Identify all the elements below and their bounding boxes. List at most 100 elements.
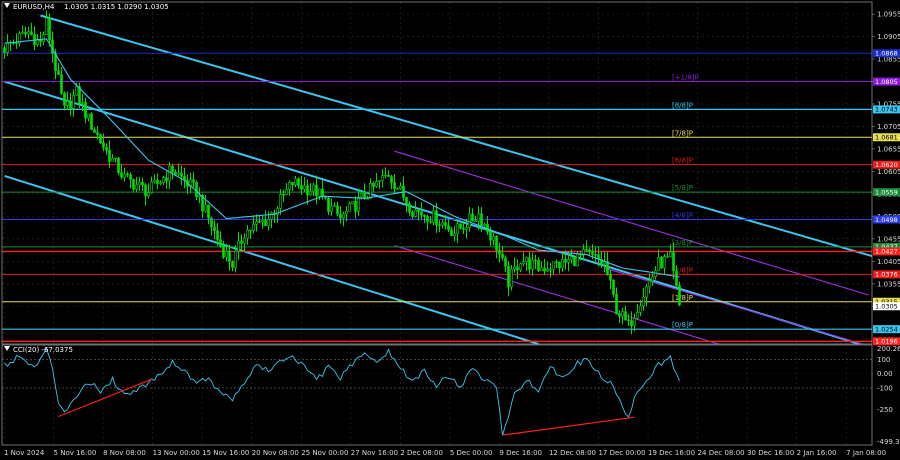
candle-body <box>654 270 657 278</box>
candle-body <box>63 92 66 106</box>
time-tick-label: 5 Nov 16:00 <box>54 449 97 457</box>
candle-body <box>393 182 396 189</box>
candle-body <box>513 266 516 270</box>
candle-body <box>360 192 363 198</box>
candle-body <box>432 210 435 223</box>
price-level-tag-text: 1.0196 <box>875 338 898 346</box>
price-tick-label: 1.0955 <box>877 11 900 19</box>
candle-body <box>678 285 681 306</box>
candle-body <box>612 279 615 295</box>
candle-body <box>651 276 654 282</box>
candle-body <box>630 320 633 327</box>
candle-body <box>129 174 132 180</box>
candle-body <box>573 256 576 267</box>
candle-body <box>135 184 138 190</box>
candle-body <box>123 173 126 178</box>
candle-body <box>309 191 312 196</box>
candle-body <box>549 269 552 271</box>
candle-body <box>339 213 342 219</box>
time-tick-label: 2 Dec 08:00 <box>400 449 443 457</box>
candle-body <box>519 263 522 271</box>
candle-body <box>384 174 387 177</box>
candle-body <box>477 213 480 222</box>
candle-body <box>399 185 402 190</box>
candle-body <box>99 134 102 143</box>
candle-body <box>174 171 177 175</box>
candle-body <box>90 113 93 130</box>
candle-body <box>291 181 294 186</box>
murray-level-label: [2/8]P <box>672 266 693 274</box>
cci-tick-label: 0.00 <box>877 370 893 378</box>
time-tick-label: 19 Dec 16:00 <box>648 449 695 457</box>
candle-body <box>552 261 555 270</box>
candle-body <box>204 204 207 212</box>
murray-level-label: [0/8]P <box>672 321 693 329</box>
candle-body <box>534 259 537 262</box>
candle-body <box>396 188 399 190</box>
candle-body <box>294 178 297 186</box>
candle-body <box>261 220 264 223</box>
candle-body <box>648 280 651 288</box>
candle-body <box>222 245 225 258</box>
candle-body <box>327 197 330 212</box>
time-tick-label: 30 Dec 16:00 <box>747 449 794 457</box>
candle-body <box>447 225 450 231</box>
candle-body <box>117 157 120 174</box>
price-level-tag-text: 1.0743 <box>875 106 898 114</box>
cci-tick-label: 200.2665 <box>877 345 900 353</box>
candle-body <box>348 203 351 212</box>
time-tick-label: 24 Dec 08:00 <box>698 449 745 457</box>
candle-body <box>267 218 270 226</box>
candle-body <box>429 221 432 223</box>
candle-body <box>462 227 465 230</box>
candle-body <box>87 113 90 119</box>
candle-body <box>522 261 525 265</box>
time-tick-label: 17 Dec 00:00 <box>598 449 645 457</box>
candle-body <box>171 165 174 173</box>
price-level-tag-text: 1.0620 <box>875 161 898 169</box>
candle-body <box>282 194 285 196</box>
candle-body <box>660 256 663 269</box>
candle-body <box>108 149 111 162</box>
price-tick-label: 1.0455 <box>877 235 900 243</box>
candle-body <box>195 181 198 198</box>
candle-body <box>21 32 24 34</box>
candle-body <box>444 222 447 226</box>
candle-body <box>375 181 378 187</box>
candle-body <box>156 179 159 184</box>
candle-body <box>501 253 504 259</box>
cci-tick-label: -100 <box>877 384 893 392</box>
time-tick-label: 20 Nov 08:00 <box>252 449 299 457</box>
candle-body <box>69 100 72 109</box>
candle-body <box>441 222 444 226</box>
candle-body <box>180 172 183 177</box>
candle-body <box>540 267 543 271</box>
murray-level-label: [7/8]P <box>672 129 693 137</box>
candle-body <box>168 165 171 182</box>
candle-body <box>300 185 303 190</box>
candle-body <box>420 211 423 216</box>
candle-body <box>555 261 558 263</box>
candle-body <box>537 259 540 271</box>
candle-body <box>507 266 510 288</box>
candle-body <box>24 32 27 35</box>
candle-body <box>162 177 165 183</box>
candle-body <box>390 176 393 183</box>
candle-body <box>258 221 261 223</box>
candle-body <box>231 261 234 268</box>
candle-body <box>132 179 135 190</box>
candle-body <box>312 184 315 192</box>
price-level-tag-text: 1.0868 <box>875 50 898 58</box>
time-tick-label: 9 Dec 16:00 <box>499 449 542 457</box>
candle-body <box>159 182 162 184</box>
time-tick-label: 27 Nov 16:00 <box>351 449 398 457</box>
candle-body <box>372 183 375 187</box>
candle-body <box>6 42 9 53</box>
time-tick-label: 2 Jan 16:00 <box>797 449 837 457</box>
candle-body <box>57 70 60 75</box>
candle-body <box>387 174 390 177</box>
candle-body <box>576 253 579 267</box>
candle-body <box>93 129 96 133</box>
candle-body <box>474 220 477 222</box>
candle-body <box>633 318 636 327</box>
